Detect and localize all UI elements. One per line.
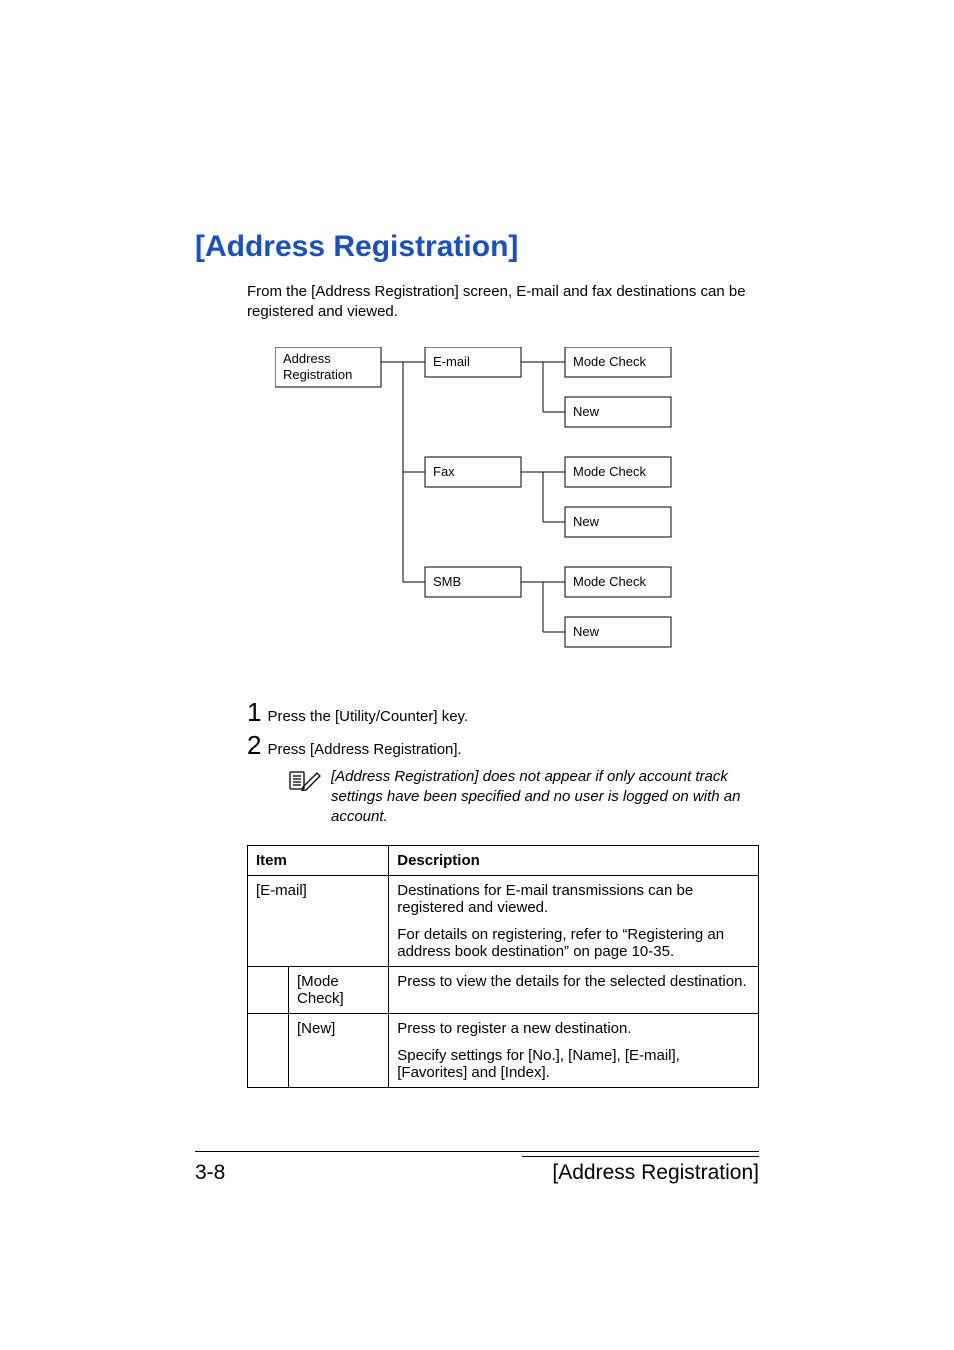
row2-desc-p0: Press to register a new destination. <box>397 1020 750 1037</box>
diag-b1c0: Mode Check <box>573 464 646 479</box>
row1-desc: Press to view the details for the select… <box>389 967 759 1014</box>
diag-root-line2: Registration <box>283 367 352 382</box>
th-desc: Description <box>389 846 759 876</box>
step-2-number: 2 <box>247 730 261 761</box>
section-title: [Address Registration] <box>195 230 759 264</box>
intro-text: From the [Address Registration] screen, … <box>247 282 759 323</box>
step-1-text: Press the [Utility/Counter] key. <box>267 708 468 725</box>
footer-section: [Address Registration] <box>552 1161 759 1185</box>
diag-b1c1: New <box>573 514 600 529</box>
footer-page-number: 3-8 <box>195 1161 225 1185</box>
step-1: 1 Press the [Utility/Counter] key. <box>247 697 759 728</box>
page: [Address Registration] From the [Address… <box>0 0 954 1350</box>
row1-indent <box>248 967 289 1014</box>
diag-b0c0: Mode Check <box>573 354 646 369</box>
diag-b0c1: New <box>573 404 600 419</box>
diag-root-line1: Address <box>283 351 331 366</box>
th-item: Item <box>248 846 389 876</box>
step-2-text: Press [Address Registration]. <box>267 741 461 758</box>
row0-desc-p0: Destinations for E-mail transmissions ca… <box>397 882 750 916</box>
row2-indent <box>248 1014 289 1088</box>
note-icon <box>289 769 321 791</box>
tree-svg: Address Registration E-mail Fax SMB Mode… <box>275 347 695 667</box>
table-row: [Mode Check] Press to view the details f… <box>248 967 759 1014</box>
row2-item: [New] <box>289 1014 389 1088</box>
table-row: [New] Press to register a new destinatio… <box>248 1014 759 1088</box>
diag-b2: SMB <box>433 574 461 589</box>
diag-b2c1: New <box>573 624 600 639</box>
diag-b1: Fax <box>433 464 455 479</box>
row2-desc-p1: Specify settings for [No.], [Name], [E-m… <box>397 1047 750 1081</box>
description-table: Item Description [E-mail] Destinations f… <box>247 845 759 1088</box>
step-1-number: 1 <box>247 697 261 728</box>
tree-diagram: Address Registration E-mail Fax SMB Mode… <box>275 347 759 667</box>
diag-b2c0: Mode Check <box>573 574 646 589</box>
note-text: [Address Registration] does not appear i… <box>331 767 759 828</box>
page-footer: 3-8 [Address Registration] <box>195 1151 759 1185</box>
row1-item: [Mode Check] <box>289 967 389 1014</box>
row2-desc: Press to register a new destination. Spe… <box>389 1014 759 1088</box>
diag-b0: E-mail <box>433 354 470 369</box>
row1-desc-p0: Press to view the details for the select… <box>397 973 750 990</box>
row0-desc-p1: For details on registering, refer to “Re… <box>397 926 750 960</box>
row0-desc: Destinations for E-mail transmissions ca… <box>389 876 759 967</box>
table-header-row: Item Description <box>248 846 759 876</box>
row0-item: [E-mail] <box>248 876 389 967</box>
step-2: 2 Press [Address Registration]. <box>247 730 759 761</box>
table-row: [E-mail] Destinations for E-mail transmi… <box>248 876 759 967</box>
steps: 1 Press the [Utility/Counter] key. 2 Pre… <box>247 697 759 761</box>
note: [Address Registration] does not appear i… <box>289 767 759 828</box>
